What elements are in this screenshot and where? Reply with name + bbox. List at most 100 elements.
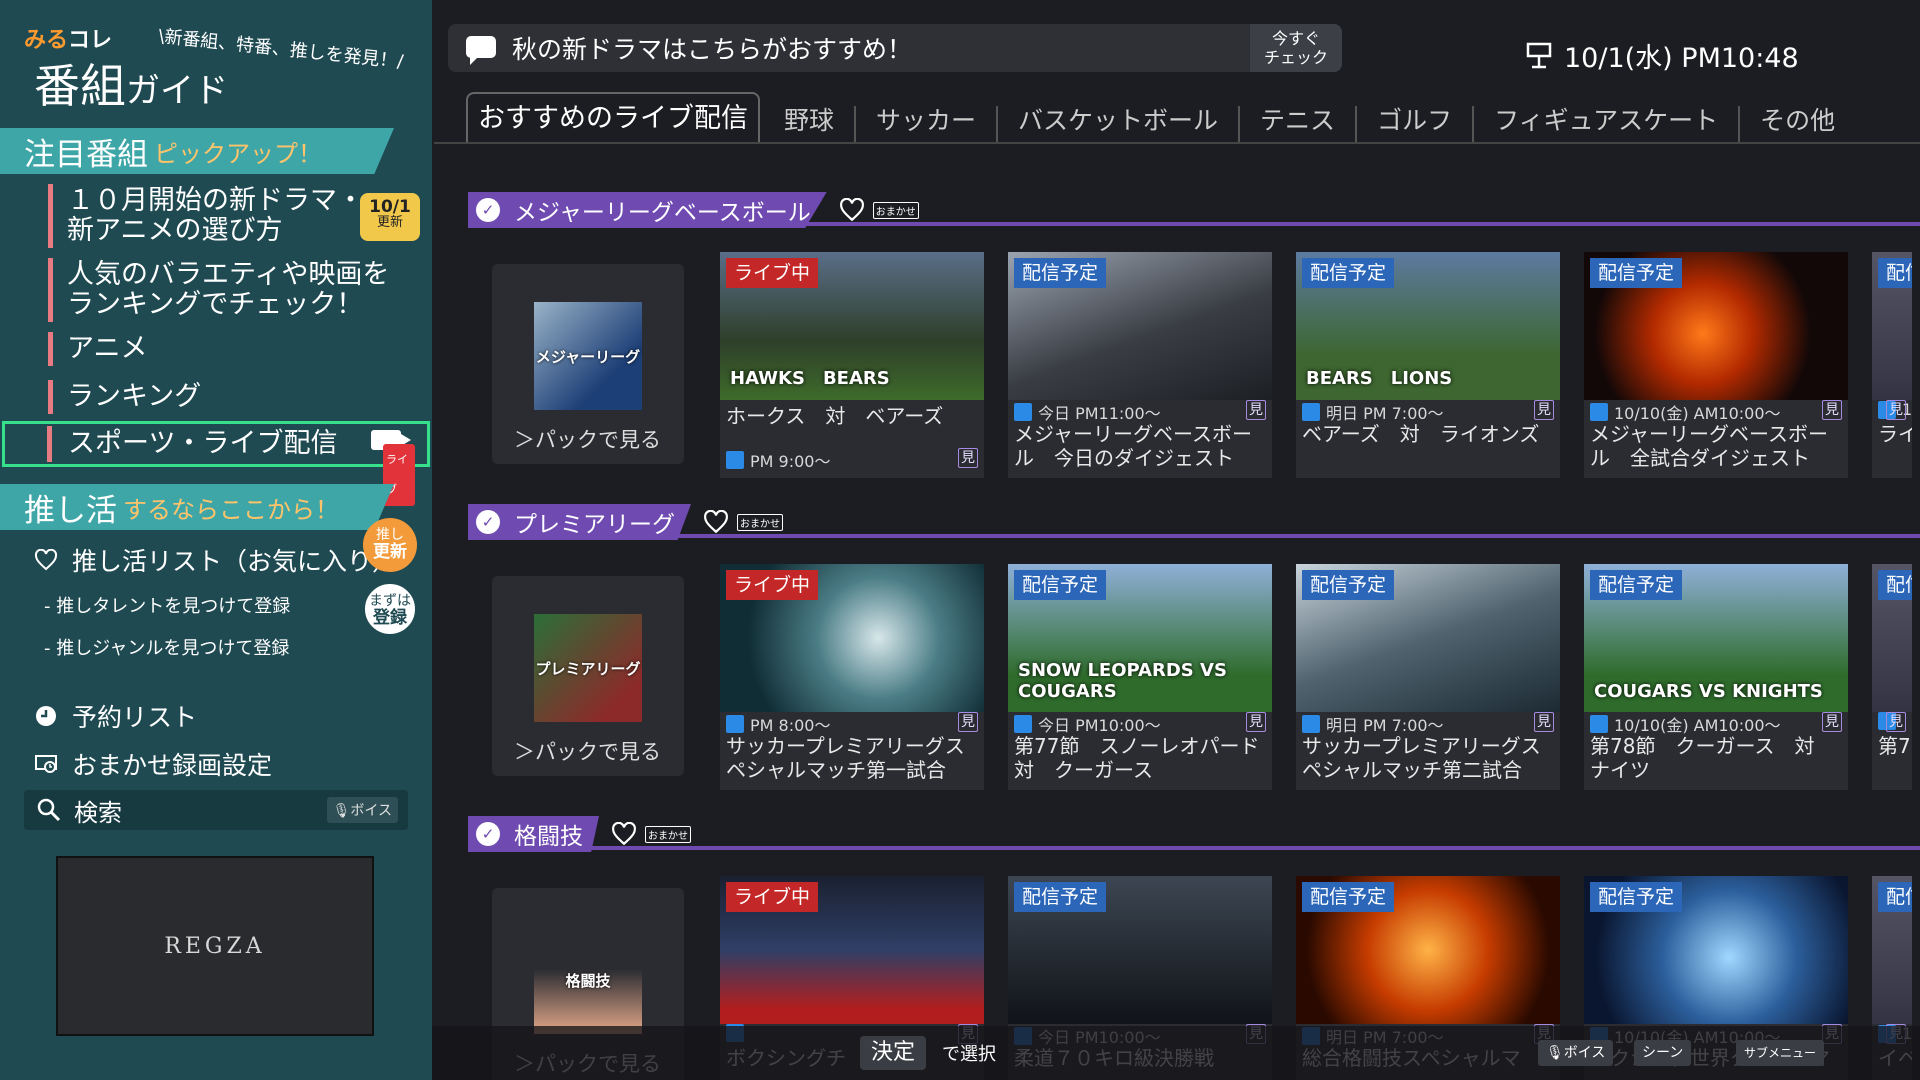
tab-figure-skating[interactable]: フィギュアスケート <box>1474 106 1741 142</box>
update-date-badge: 10/1 更新 <box>360 193 420 241</box>
sidebar-item-new-drama[interactable]: １０月開始の新ドラマ・ 新アニメの選び方 <box>48 184 404 248</box>
program-card[interactable]: BEARS LIONS 配信予定 明日 PM 7:00～ 見ベアーズ 対 ライオンズ <box>1296 252 1560 478</box>
heart-icon[interactable] <box>703 510 729 534</box>
status-badge: 配信予定 <box>1302 258 1395 288</box>
heart-icon[interactable] <box>839 198 865 222</box>
voice-button[interactable]: 🎙ボイス <box>1538 1040 1614 1066</box>
tab-baseball[interactable]: 野球 <box>764 106 857 142</box>
section-oshi-title: 推し活 <box>24 492 117 529</box>
program-title: サッカープレミアリーグスペシャルマッチ第一試合 <box>726 734 965 782</box>
sidebar-item-label: スポーツ・ライブ配信 <box>68 428 338 459</box>
badge-date-text: 10/1 <box>369 197 411 217</box>
check-line1: 今すぐ <box>1271 29 1320 48</box>
find-talent-link[interactable]: - 推しタレントを見つけて登録 <box>44 592 290 618</box>
program-card[interactable]: 配信見第79ナイ <box>1872 564 1912 790</box>
status-badge: 配信 <box>1878 258 1912 288</box>
program-time: 今日 PM11:00～ <box>1014 400 1161 424</box>
section-oshi-subtitle: するならここから！ <box>123 495 339 524</box>
app-root: { "brand":{"mini_a":"みる","mini_b":"コレ","… <box>0 0 1920 1080</box>
tab-soccer[interactable]: サッカー <box>856 106 999 142</box>
program-card[interactable]: 配信予定 明日 PM 7:00～ 見サッカープレミアリーグスペシャルマッチ第二試合 <box>1296 564 1560 790</box>
oshi-list-item[interactable]: 推し活リスト（お気に入り） <box>34 542 397 578</box>
check-line2: チェック <box>1263 48 1328 67</box>
program-card[interactable]: HAWKS BEARS ライブ中 PM 9:00～ 見ホークス 対 ベアーズ <box>720 252 984 478</box>
auto-record-item[interactable]: おまかせ録画設定 <box>34 746 272 782</box>
pack-thumbnail: 格闘技 <box>534 926 642 1034</box>
sidebar-item-anime[interactable]: アニメ <box>48 332 404 366</box>
program-title: 第77節 スノーレオパード 対 クーガース <box>1014 734 1272 782</box>
clock-icon <box>36 706 56 726</box>
pack-view-label: ＞パックで見る <box>514 428 661 452</box>
tab-other[interactable]: その他 <box>1740 106 1855 142</box>
category-divider <box>470 534 1920 538</box>
reserve-list-item[interactable]: 予約リスト <box>34 698 197 734</box>
omakase-badge[interactable]: おまかせ <box>645 825 691 843</box>
program-time-text: 今日 PM11:00～ <box>1038 404 1161 423</box>
voice-label: ボイス <box>350 803 392 819</box>
sidebar-item-sports-live[interactable]: スポーツ・ライブ配信 ライブ <box>2 421 430 506</box>
submenu-button[interactable]: サブメニュー <box>1736 1040 1825 1066</box>
scene-button[interactable]: シーン <box>1634 1040 1692 1066</box>
program-card[interactable]: ライブ中 PM 8:00～ 見サッカープレミアリーグスペシャルマッチ第一試合 <box>720 564 984 790</box>
tab-basketball[interactable]: バスケットボール <box>998 106 1241 142</box>
status-badge: ライブ中 <box>726 882 819 912</box>
sidebar-item-ranking[interactable]: ランキング <box>48 380 404 414</box>
check-seal-icon: ✓ <box>476 198 500 222</box>
program-card[interactable]: COUGARS VS KNIGHTS 配信予定 10/10(金) AM10:00～ 見… <box>1584 564 1848 790</box>
pack-view-card[interactable]: メジャーリーグ ＞パックで見る <box>492 264 684 464</box>
pack-view-card[interactable]: プレミアリーグ ＞パックで見る <box>492 576 684 776</box>
channel-square-icon <box>1302 715 1320 733</box>
program-card[interactable]: 配信予定 今日 PM11:00～ 見メジャーリーグベースボール 今日のダイジェスト <box>1008 252 1272 478</box>
pack-view-label: ＞パックで見る <box>514 740 661 764</box>
omakase-badge[interactable]: おまかせ <box>872 201 919 219</box>
program-card[interactable]: SNOW LEOPARDS VS COUGARS 配信予定 今日 PM10:00～ 見… <box>1008 564 1272 790</box>
sidebar-item-label: １０月開始の新ドラマ・ <box>67 185 364 216</box>
status-badge: 配信予定 <box>1302 570 1395 600</box>
select-hint: で選択 <box>942 1044 996 1065</box>
status-badge: 配信 <box>1878 882 1912 912</box>
program-card[interactable]: 配信予定 10/10(金) AM10:00～ 見メジャーリーグベースボール 全試合ダ… <box>1584 252 1848 478</box>
watch-mark-icon: 見 <box>1822 712 1842 732</box>
heart-icon[interactable] <box>611 822 637 846</box>
active-bar <box>47 426 52 462</box>
program-time-text: 10/10(金) AM10:00～ <box>1614 404 1781 423</box>
voice-search-button[interactable]: 🎙ボイス <box>326 797 398 823</box>
program-time: 10/10(金) AM10:00～ <box>1590 712 1781 736</box>
tab-recommended-live[interactable]: おすすめのライブ配信 <box>466 92 760 142</box>
status-badge: ライブ中 <box>726 258 819 288</box>
sidebar-item-variety-ranking[interactable]: 人気のバラエティや映画を ランキングでチェック！ <box>48 258 404 322</box>
pack-thumb-label: プレミアリーグ <box>535 659 641 678</box>
status-badge: 配信 <box>1878 570 1912 600</box>
program-card[interactable]: 配信1見ライ <box>1872 252 1912 478</box>
channel-square-icon <box>1590 715 1608 733</box>
tab-tennis[interactable]: テニス <box>1240 106 1358 142</box>
program-time: PM 9:00～ <box>726 448 830 472</box>
auto-record-label: おまかせ録画設定 <box>72 751 273 780</box>
register-badge: まずは 登録 <box>363 582 417 636</box>
notice-banner[interactable]: 秋の新ドラマはこちらがおすすめ！ 今すぐ チェック <box>448 24 1342 72</box>
watch-mark-icon: 見 <box>958 448 978 468</box>
notice-text: 秋の新ドラマはこちらがおすすめ！ <box>512 35 913 64</box>
tab-golf[interactable]: ゴルフ <box>1357 106 1475 142</box>
register-badge-top: まずは <box>369 593 411 609</box>
program-time-text: 明日 PM 7:00～ <box>1326 404 1444 423</box>
program-time: 明日 PM 7:00～ <box>1302 712 1444 736</box>
oshi-list-label: 推し活リスト（お気に入り） <box>72 547 398 576</box>
brand-logo: 番組ガイド <box>34 50 228 116</box>
regza-logo: REGZA <box>164 933 266 959</box>
search-input[interactable]: 検索 🎙ボイス <box>24 790 408 830</box>
watch-mark-icon: 見 <box>1246 712 1266 732</box>
section-oshi-header: 推し活 するならここから！ <box>0 484 394 530</box>
watch-mark-icon: 見 <box>958 712 978 732</box>
pack-thumb-label: メジャーリーグ <box>535 347 641 366</box>
program-time: 10/10(金) AM10:00～ <box>1590 400 1781 424</box>
find-genre-link[interactable]: - 推しジャンルを見つけて登録 <box>44 634 289 660</box>
channel-square-icon <box>726 715 744 733</box>
omakase-badge[interactable]: おまかせ <box>737 513 783 531</box>
channel-square-icon <box>1590 403 1608 421</box>
confirm-button[interactable]: 決定 <box>860 1036 926 1070</box>
check-now-button[interactable]: 今すぐ チェック <box>1250 24 1342 72</box>
category-divider <box>470 846 1920 850</box>
section-featured-subtitle: ピックアップ！ <box>154 139 322 168</box>
bottom-control-bar <box>432 1026 1920 1080</box>
